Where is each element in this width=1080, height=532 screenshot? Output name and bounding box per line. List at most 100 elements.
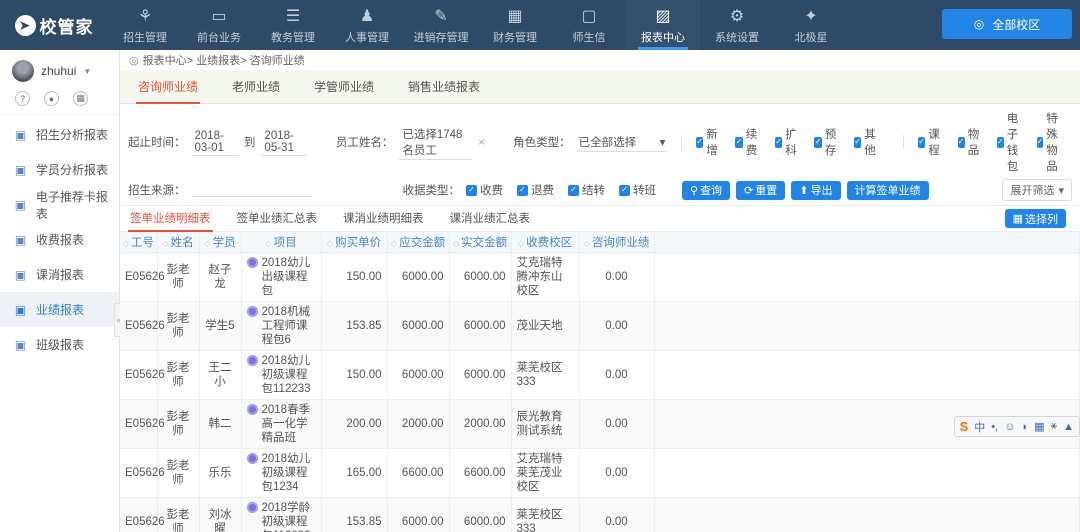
receipt-checkbox-0[interactable]: ✓收费 [466, 182, 508, 198]
nav-item-3[interactable]: ♟人事管理 [330, 0, 404, 50]
checkbox-icon[interactable]: ✓ [568, 185, 579, 196]
type-checkbox-2[interactable]: ✓扩科 [775, 126, 806, 158]
column-header-7[interactable]: ◇收费校区 [511, 232, 579, 252]
tab-3[interactable]: 销售业绩报表 [408, 70, 480, 104]
keyboard-icon[interactable]: ▦ [1034, 420, 1044, 433]
filter-button-2[interactable]: ⬆导出 [791, 181, 840, 200]
receipt-checkbox-1[interactable]: ✓退费 [517, 182, 559, 198]
date-from-input[interactable]: 2018-03-01 [192, 129, 238, 156]
app-logo[interactable]: ➤ 校管家 [0, 0, 108, 50]
sub-tab-3[interactable]: 课消业绩汇总表 [450, 206, 531, 232]
campus-selector-button[interactable]: ◎ 全部校区 [942, 9, 1072, 39]
sidebar-item-5[interactable]: ▣业绩报表 [0, 292, 119, 327]
expand-filters-button[interactable]: 展开筛选 ▾ [1002, 179, 1072, 201]
checkbox-icon[interactable]: ✓ [918, 137, 925, 148]
nav-item-9[interactable]: ✦北极星 [774, 0, 848, 50]
nav-item-8[interactable]: ⚙系统设置 [700, 0, 774, 50]
sub-tab-0[interactable]: 签单业绩明细表 [130, 206, 211, 232]
checkbox-label: 电子钱包 [1007, 110, 1023, 174]
tab-0[interactable]: 咨询师业绩 [138, 70, 198, 104]
emoji-icon[interactable]: ☺ [1004, 421, 1015, 433]
sidebar-item-6[interactable]: ▣班级报表 [0, 327, 119, 362]
nav-item-7[interactable]: ▨报表中心 [626, 0, 700, 50]
mic-icon[interactable]: ◗ [1021, 421, 1028, 433]
date-to-input[interactable]: 2018-05-31 [261, 129, 307, 156]
sort-icon: ◇ [204, 239, 210, 248]
cell-perf: 0.00 [579, 252, 654, 301]
grid-icon[interactable]: ▦ [73, 91, 88, 106]
column-header-label: 工号 [131, 237, 154, 249]
user-row[interactable]: zhuhui ▼ [12, 60, 109, 82]
nav-item-5[interactable]: ▦财务管理 [478, 0, 552, 50]
checkbox-icon[interactable]: ✓ [997, 137, 1004, 148]
staff-select[interactable]: 已选择1748名员工 [399, 125, 472, 160]
item-checkbox-0[interactable]: ✓课程 [918, 126, 949, 158]
nav-item-0[interactable]: ⚘招生管理 [108, 0, 182, 50]
type-checkbox-1[interactable]: ✓续费 [735, 126, 766, 158]
type-checkbox-0[interactable]: ✓新增 [696, 126, 727, 158]
staff-clear-icon[interactable]: × [478, 135, 485, 149]
sub-tab-1[interactable]: 签单业绩汇总表 [237, 206, 318, 232]
table-row[interactable]: E05626彭老师赵子龙2018幼儿出级课程包150.006000.006000… [120, 252, 1080, 301]
filter-button-0[interactable]: ⚲查询 [682, 181, 730, 200]
checkbox-icon[interactable]: ✓ [619, 185, 630, 196]
comma-icon[interactable]: •, [991, 421, 998, 433]
sidebar-item-4[interactable]: ▣课消报表 [0, 257, 119, 292]
source-input[interactable] [192, 183, 312, 197]
toolbox-icon[interactable]: ▲ [1063, 421, 1074, 433]
column-header-4[interactable]: ◇购买单价 [321, 232, 387, 252]
table-row[interactable]: E05626彭老师学生52018机械工程师课程包6153.856000.0060… [120, 301, 1080, 350]
sidebar-item-0[interactable]: ▣招生分析报表 [0, 117, 119, 152]
column-header-0[interactable]: ◇工号 [120, 232, 157, 252]
cell-student: 王二小 [199, 350, 241, 399]
checkbox-icon[interactable]: ✓ [854, 137, 861, 148]
column-header-1[interactable]: ◇姓名 [157, 232, 199, 252]
table-row[interactable]: E05626彭老师韩二2018春季高一化学精品班200.002000.00200… [120, 399, 1080, 448]
chevron-down-icon[interactable]: ▼ [83, 67, 91, 76]
nav-item-2[interactable]: ☰教务管理 [256, 0, 330, 50]
table-row[interactable]: E05626彭老师乐乐2018幼儿初级课程包1234165.006600.006… [120, 448, 1080, 497]
checkbox-icon[interactable]: ✓ [814, 137, 821, 148]
filter-button-1[interactable]: ⟳重置 [736, 181, 785, 200]
nav-item-6[interactable]: ▢师生信 [552, 0, 626, 50]
sogou-logo-icon[interactable]: S [960, 419, 969, 434]
receipt-checkbox-3[interactable]: ✓转班 [619, 182, 661, 198]
checkbox-icon[interactable]: ✓ [696, 137, 703, 148]
sidebar-item-2[interactable]: ▣电子推荐卡报表 [0, 187, 119, 222]
item-checkbox-2[interactable]: ✓电子钱包 [997, 110, 1028, 174]
table-row[interactable]: E05626彭老师王二小2018幼儿初级课程包112233150.006000.… [120, 350, 1080, 399]
tab-2[interactable]: 学管师业绩 [314, 70, 374, 104]
nav-item-1[interactable]: ▭前台业务 [182, 0, 256, 50]
checkbox-icon[interactable]: ✓ [775, 137, 782, 148]
role-select[interactable]: 已全部选择 ▾ [577, 133, 668, 152]
bell-icon[interactable]: ● [44, 91, 59, 106]
sidebar-item-1[interactable]: ▣学员分析报表 [0, 152, 119, 187]
receipt-checkbox-2[interactable]: ✓结转 [568, 182, 610, 198]
checkbox-icon[interactable]: ✓ [1037, 137, 1044, 148]
type-checkbox-4[interactable]: ✓其他 [854, 126, 885, 158]
item-checkbox-1[interactable]: ✓物品 [958, 126, 989, 158]
checkbox-icon[interactable]: ✓ [466, 185, 477, 196]
sub-tab-2[interactable]: 课消业绩明细表 [343, 206, 424, 232]
column-header-8[interactable]: ◇咨询师业绩 [579, 232, 654, 252]
checkbox-icon[interactable]: ✓ [735, 137, 742, 148]
nav-item-4[interactable]: ✎进销存管理 [404, 0, 478, 50]
table-row[interactable]: E05626彭老师刘冰曜2018学龄初级课程包112233153.856000.… [120, 497, 1080, 532]
select-columns-button[interactable]: ▦ 选择列 [1005, 209, 1066, 228]
filter-button-3[interactable]: 计算签单业绩 [847, 181, 929, 200]
column-header-9[interactable] [654, 232, 1080, 252]
sidebar-item-3[interactable]: ▣收费报表 [0, 222, 119, 257]
type-checkbox-3[interactable]: ✓预存 [814, 126, 845, 158]
help-icon[interactable]: ? [15, 91, 30, 106]
column-header-3[interactable]: ◇项目 [241, 232, 321, 252]
checkbox-icon[interactable]: ✓ [517, 185, 528, 196]
user-icon[interactable]: ⚹ [1051, 420, 1058, 433]
checkbox-icon[interactable]: ✓ [958, 137, 965, 148]
item-checkbox-3[interactable]: ✓特殊物品 [1037, 110, 1068, 174]
tab-1[interactable]: 老师业绩 [232, 70, 280, 104]
ime-toolbar[interactable]: S 中 •, ☺ ◗ ▦ ⚹ ▲ [954, 416, 1080, 437]
column-header-2[interactable]: ◇学员 [199, 232, 241, 252]
column-header-5[interactable]: ◇应交金额 [387, 232, 449, 252]
column-header-6[interactable]: ◇实交金额 [449, 232, 511, 252]
ime-lang-toggle[interactable]: 中 [974, 419, 985, 435]
